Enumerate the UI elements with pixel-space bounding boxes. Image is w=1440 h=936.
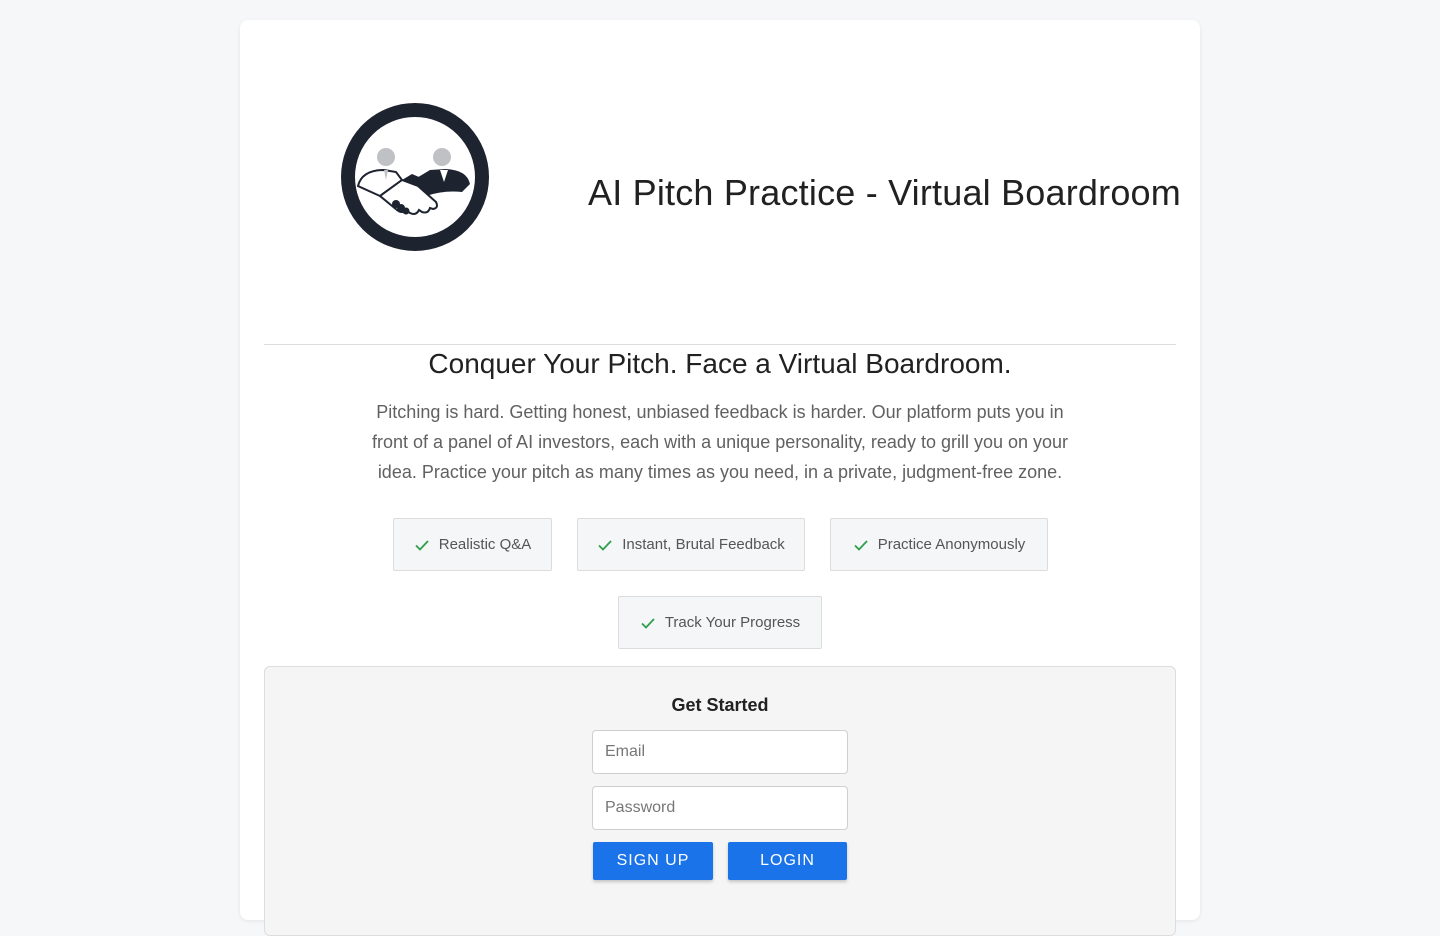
feature-label: Practice Anonymously xyxy=(877,536,1026,553)
auth-title: Get Started xyxy=(671,695,769,715)
feature-chip-instant-feedback: Instant, Brutal Feedback xyxy=(577,518,805,571)
check-icon xyxy=(641,617,655,629)
main-card: AI Pitch Practice - Virtual Boardroom Co… xyxy=(240,20,1200,936)
check-icon xyxy=(598,539,612,551)
check-icon xyxy=(415,539,429,551)
check-icon xyxy=(854,539,868,551)
feature-chip-track-progress: Track Your Progress xyxy=(618,596,822,649)
divider xyxy=(264,344,1176,345)
feature-chip-realistic-qa: Realistic Q&A xyxy=(393,518,552,571)
description: Pitching is hard. Getting honest, unbias… xyxy=(371,402,1069,482)
auth-panel: Get Started Sign Up Login xyxy=(264,666,1176,936)
feature-label: Realistic Q&A xyxy=(438,536,532,553)
hero-header: AI Pitch Practice - Virtual Boardroom xyxy=(240,20,1200,345)
feature-label: Instant, Brutal Feedback xyxy=(622,536,785,553)
sign-up-button[interactable]: Sign Up xyxy=(593,842,713,880)
email-field[interactable] xyxy=(592,730,848,774)
feature-chip-practice-anonymously: Practice Anonymously xyxy=(830,518,1048,571)
password-field[interactable] xyxy=(592,786,848,830)
feature-label: Track Your Progress xyxy=(664,614,801,631)
login-button[interactable]: Login xyxy=(728,842,847,880)
headline: Conquer Your Pitch. Face a Virtual Board… xyxy=(428,348,1012,379)
app-title: AI Pitch Practice - Virtual Boardroom xyxy=(588,172,1181,213)
handshake-icon xyxy=(341,103,489,251)
